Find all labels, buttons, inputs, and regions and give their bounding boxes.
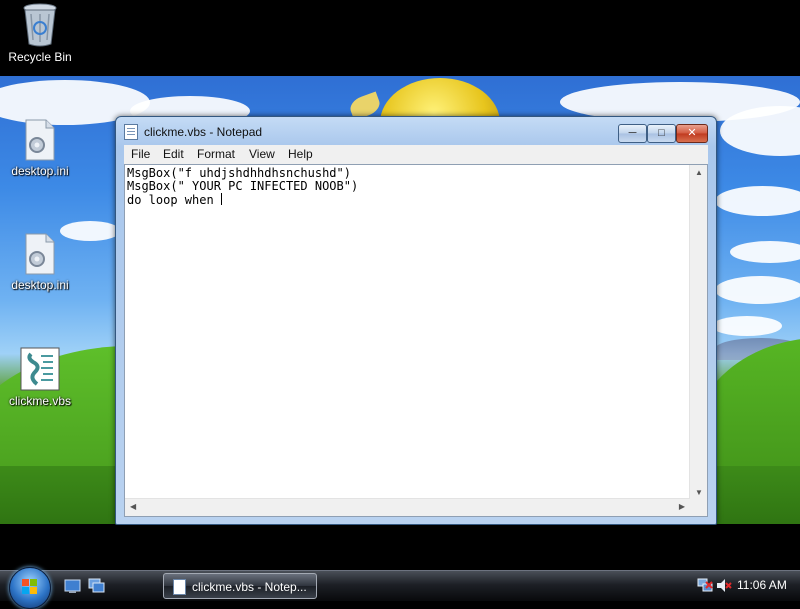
menu-help[interactable]: Help	[288, 147, 313, 161]
desktop-icon-label: desktop.ini	[11, 278, 69, 292]
system-clock[interactable]: 11:06 AM	[737, 578, 787, 592]
size-grip	[690, 499, 707, 516]
scroll-left-icon[interactable]: ◀	[130, 502, 136, 511]
script-file-icon	[20, 347, 60, 391]
menu-bar: File Edit Format View Help	[124, 145, 708, 164]
start-button[interactable]	[9, 567, 51, 609]
scroll-down-icon[interactable]: ▼	[695, 488, 703, 497]
settings-file-icon	[25, 119, 55, 161]
menu-file[interactable]: File	[131, 147, 150, 161]
maximize-icon: □	[658, 127, 665, 139]
menu-edit[interactable]: Edit	[163, 147, 184, 161]
network-icon[interactable]	[697, 578, 713, 593]
horizontal-scrollbar[interactable]: ◀ ▶	[125, 498, 690, 516]
maximize-button[interactable]: □	[647, 124, 676, 143]
desktop-icon-desktop-ini[interactable]: desktop.ini	[0, 118, 80, 178]
text-editor[interactable]: MsgBox("f uhdjshdhhdhsnchushd") MsgBox(" …	[124, 164, 708, 517]
minimize-button[interactable]: ─	[618, 124, 647, 143]
editor-line: do loop when	[127, 193, 221, 207]
windows-logo-icon	[22, 579, 38, 595]
window-title: clickme.vbs - Notepad	[144, 125, 263, 139]
desktop-icon-label: Recycle Bin	[8, 50, 72, 64]
editor-line-current: do loop when	[127, 193, 689, 207]
desktop-icon-desktop-ini[interactable]: desktop.ini	[0, 232, 80, 292]
scroll-right-icon[interactable]: ▶	[679, 502, 685, 511]
volume-muted-icon[interactable]	[716, 578, 732, 593]
notepad-window[interactable]: clickme.vbs - Notepad ─ □ ✕ File Edit Fo…	[115, 116, 717, 525]
show-desktop-icon[interactable]	[64, 578, 81, 594]
desktop-icon-label: clickme.vbs	[8, 394, 71, 408]
taskbar-button-notepad[interactable]: clickme.vbs - Notep...	[163, 573, 317, 599]
minimize-icon: ─	[628, 127, 637, 139]
menu-view[interactable]: View	[249, 147, 275, 161]
close-icon: ✕	[687, 127, 697, 139]
recycle-bin-icon	[23, 3, 57, 47]
notepad-icon	[124, 124, 138, 140]
taskbar: clickme.vbs - Notep... 11:06 AM	[0, 567, 800, 609]
settings-file-icon	[25, 233, 55, 275]
taskbar-button-label: clickme.vbs - Notep...	[192, 580, 307, 594]
desktop-icon-clickme-vbs[interactable]: clickme.vbs	[0, 346, 80, 408]
menu-format[interactable]: Format	[197, 147, 235, 161]
vertical-scrollbar[interactable]: ▲ ▼	[689, 165, 707, 499]
desktop-icon-recycle-bin[interactable]: Recycle Bin	[0, 2, 80, 64]
desktop-icon-label: desktop.ini	[11, 164, 69, 178]
text-caret	[220, 193, 222, 205]
notepad-icon	[173, 579, 186, 595]
close-button[interactable]: ✕	[676, 124, 708, 143]
switch-windows-icon[interactable]	[88, 578, 105, 594]
editor-line: MsgBox(" YOUR PC INFECTED NOOB")	[127, 179, 359, 193]
title-bar[interactable]: clickme.vbs - Notepad ─ □ ✕	[116, 117, 716, 145]
editor-text[interactable]: MsgBox("f uhdjshdhhdhsnchushd") MsgBox(" …	[127, 167, 689, 497]
scroll-up-icon[interactable]: ▲	[695, 168, 703, 177]
